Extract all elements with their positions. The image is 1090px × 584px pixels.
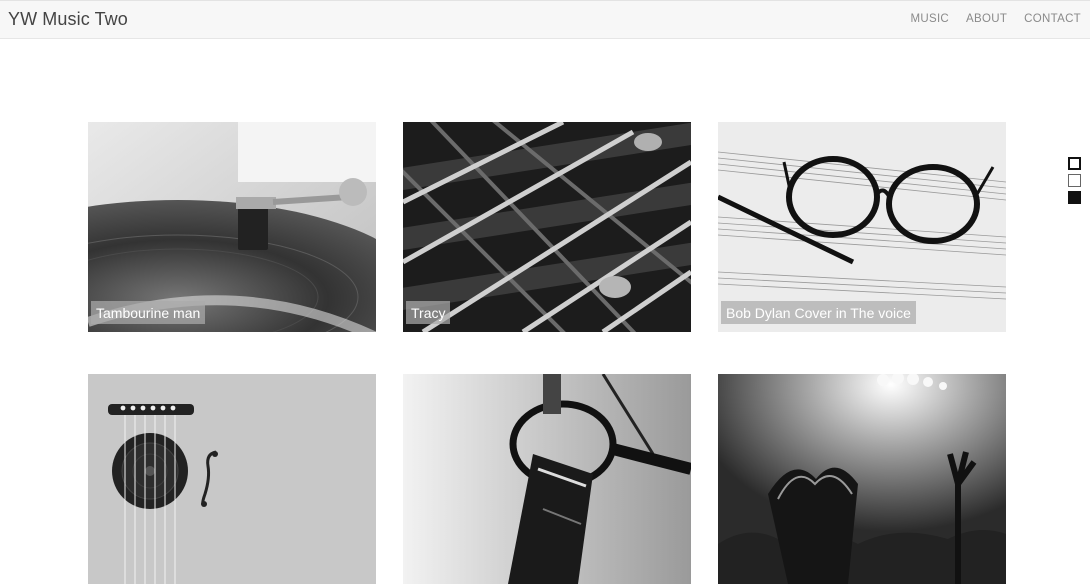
gallery-card-6[interactable] bbox=[718, 374, 1006, 584]
nav-contact-link[interactable]: CONTACT bbox=[1024, 13, 1081, 25]
gallery-card-4[interactable] bbox=[88, 374, 376, 584]
gallery-card-tracy[interactable]: Tracy bbox=[403, 122, 691, 332]
card-caption: Tambourine man bbox=[91, 301, 206, 324]
gallery-card-tambourine-man[interactable]: Tambourine man bbox=[88, 122, 376, 332]
slide-dot-1[interactable] bbox=[1068, 157, 1081, 170]
microphone-photo bbox=[403, 374, 691, 584]
concert-crowd-photo bbox=[718, 374, 1006, 584]
slide-indicator bbox=[1068, 157, 1081, 208]
nav-about-link[interactable]: ABOUT bbox=[966, 13, 1007, 25]
slide-dot-3[interactable] bbox=[1068, 191, 1081, 204]
gallery-card-bob-dylan-cover[interactable]: Bob Dylan Cover in The voice bbox=[718, 122, 1006, 332]
top-navbar: YW Music Two MUSIC ABOUT CONTACT bbox=[0, 0, 1090, 39]
gallery-card-5[interactable] bbox=[403, 374, 691, 584]
brand-title[interactable]: YW Music Two bbox=[8, 9, 128, 30]
card-caption: Bob Dylan Cover in The voice bbox=[721, 301, 916, 324]
slide-dot-2[interactable] bbox=[1068, 174, 1081, 187]
guitar-illustration bbox=[88, 374, 376, 584]
card-caption: Tracy bbox=[406, 301, 451, 324]
main-nav: MUSIC ABOUT CONTACT bbox=[910, 13, 1081, 25]
nav-music-link[interactable]: MUSIC bbox=[910, 13, 949, 25]
